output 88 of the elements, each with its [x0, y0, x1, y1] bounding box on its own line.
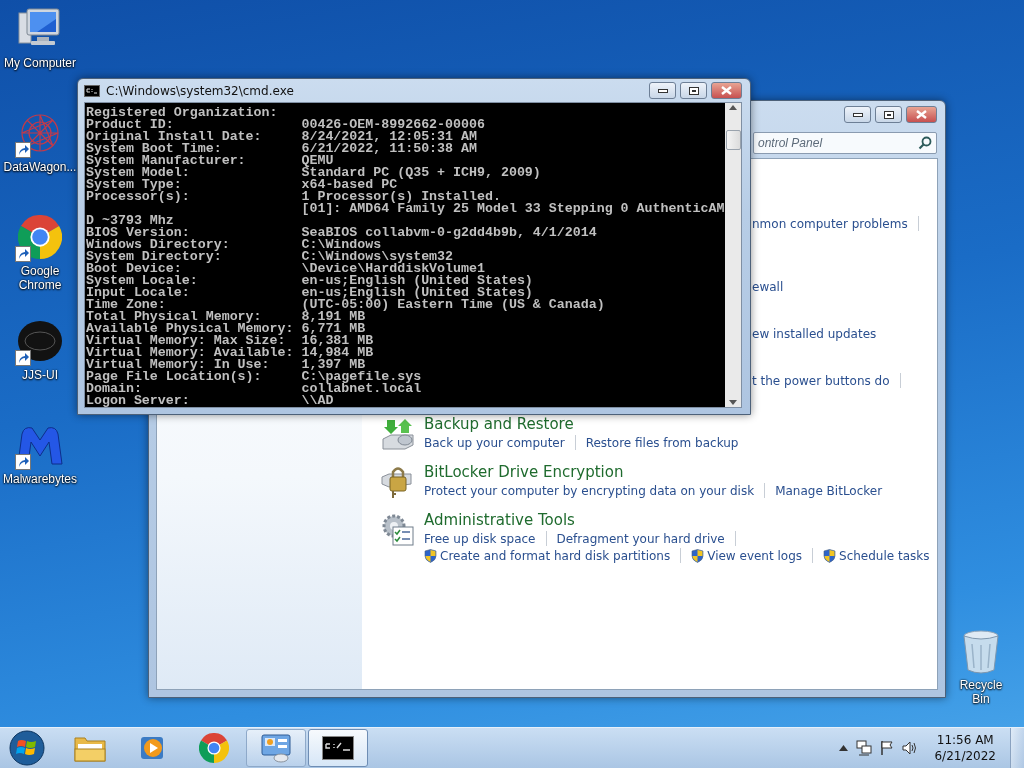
task-link[interactable]: nmon computer problems — [752, 217, 908, 231]
task-link[interactable]: View event logs — [691, 548, 803, 563]
maximize-button[interactable] — [680, 82, 707, 99]
network-icon[interactable] — [856, 740, 873, 756]
close-icon — [721, 86, 732, 95]
task-link[interactable]: ew installed updates — [752, 327, 877, 341]
desktop-icon-label[interactable]: DataWagon... — [3, 160, 77, 174]
console-line: Virtual Memory: Available: 14,984 MB — [86, 347, 375, 359]
minimize-button[interactable] — [649, 82, 676, 99]
desktop-icon-label[interactable]: Google Chrome — [3, 264, 77, 292]
task-link[interactable]: Manage BitLocker — [775, 483, 883, 498]
console-line: Boot Device: \Device\HarddiskVolume1 — [86, 263, 485, 275]
task-link[interactable]: Restore files from backup — [585, 435, 739, 450]
console-line: BIOS Version: SeaBIOS collabvm-0-g2dd4b9b, 4/1/2014 — [86, 227, 598, 239]
console-line: Logon Server: \\AD — [86, 395, 335, 407]
console-line: System Locale: en-us;English (United States) — [86, 275, 534, 287]
folder-icon — [74, 734, 106, 762]
minimize-button[interactable] — [844, 106, 871, 123]
round-badge-icon — [17, 319, 63, 363]
console-line: Domain: collabnet.local — [86, 383, 423, 395]
scroll-down-icon[interactable] — [729, 400, 737, 405]
window-title: C:\Windows\system32\cmd.exe — [106, 83, 295, 98]
chrome-icon — [199, 733, 229, 763]
caret-up-icon[interactable] — [839, 745, 849, 751]
close-button[interactable] — [906, 106, 937, 123]
desktop-icon-label[interactable]: Malwarebytes — [3, 472, 77, 486]
console-icon — [84, 84, 100, 97]
recycle-bin-icon — [962, 630, 1000, 674]
scrollbar[interactable] — [725, 103, 741, 407]
search-icon — [918, 136, 932, 150]
task-link[interactable]: Create and format hard disk partitions — [424, 548, 671, 563]
chrome-icon — [18, 215, 62, 259]
close-icon — [916, 110, 927, 119]
speaker-icon[interactable] — [902, 740, 919, 756]
maximize-button[interactable] — [875, 106, 902, 123]
clock[interactable]: 11:56 AM 6/21/2022 — [934, 732, 996, 764]
console-line: D ~3793 Mhz — [86, 215, 174, 227]
task-link[interactable]: Protect your computer by encrypting data on your disk — [424, 483, 755, 498]
console-line: [01]: AMD64 Family 25 Model 33 Stepping 0 AuthenticAM — [300, 203, 725, 215]
gear-checklist-icon — [381, 513, 415, 547]
console-icon — [322, 736, 354, 760]
minimize-icon — [657, 88, 668, 93]
taskbar-button[interactable] — [308, 729, 368, 767]
task-link[interactable]: Free up disk space — [424, 531, 536, 546]
console-line: Available Physical Memory: 6,771 MB — [86, 323, 366, 335]
malwarebytes-icon — [16, 424, 64, 466]
console-line: Registered Organization: — [86, 107, 279, 119]
console-line: System Model: Standard PC (Q35 + ICH9, 2009) — [86, 167, 542, 179]
clock-date: 6/21/2022 — [934, 748, 996, 764]
console-line: Original Install Date: 8/24/2021, 12:05:31 AM — [86, 131, 478, 143]
console-line: System Directory: C:\Windows\system32 — [86, 251, 454, 263]
category-title[interactable]: BitLocker Drive Encryption — [424, 463, 883, 482]
clock-time: 11:56 AM — [936, 732, 994, 748]
desktop-icon-label[interactable]: My Computer — [4, 56, 76, 70]
task-link[interactable]: Back up your computer — [424, 435, 565, 450]
category-title[interactable]: Backup and Restore — [424, 415, 739, 434]
console-line: Virtual Memory: In Use: 1,397 MB — [86, 359, 366, 371]
desktop-icon-label[interactable]: JJS-UI — [22, 368, 58, 382]
task-link[interactable]: t the power buttons do — [752, 374, 890, 388]
backup-drive-icon — [381, 417, 415, 451]
search-field[interactable]: ontrol Panel — [753, 132, 937, 154]
console-line: Processor(s): 1 Processor(s) Installed. — [86, 191, 501, 203]
console-line: Virtual Memory: Max Size: 16,381 MB — [86, 335, 375, 347]
control-panel-icon — [260, 733, 292, 763]
scroll-thumb[interactable] — [725, 130, 741, 150]
task-link[interactable]: Defragment your hard drive — [556, 531, 725, 546]
close-button[interactable] — [711, 82, 742, 99]
minimize-icon — [852, 112, 863, 117]
maximize-icon — [883, 110, 894, 119]
console-line: Input Locale: en-us;English (United States) — [86, 287, 533, 299]
scroll-up-icon[interactable] — [729, 105, 737, 110]
task-link[interactable]: ewall — [752, 280, 784, 294]
flag-icon[interactable] — [880, 740, 895, 756]
category-title[interactable]: Administrative Tools — [424, 511, 930, 530]
console-line: Windows Directory: C:\Windows — [86, 239, 382, 251]
maximize-icon — [688, 86, 699, 95]
start-button[interactable] — [8, 729, 46, 767]
console-line: Time Zone: (UTC-05:00) Eastern Time (US & Canada) — [86, 299, 606, 311]
network-graph-icon — [18, 111, 62, 155]
media-player-icon — [138, 734, 166, 762]
console-line: Page File Location(s): C:\pagefile.sys — [86, 371, 423, 383]
console-line: Product ID: 00426-OEM-8992662-00006 — [86, 119, 486, 131]
console-line: System Type: x64-based PC — [86, 179, 398, 191]
padlock-drive-icon — [381, 465, 415, 499]
task-link[interactable]: Schedule tasks — [823, 548, 930, 563]
console-line: System Manufacturer: QEMU — [86, 155, 334, 167]
console-line: System Boot Time: 6/21/2022, 11:50:38 AM — [86, 143, 478, 155]
console-line: Total Physical Memory: 8,191 MB — [86, 311, 366, 323]
